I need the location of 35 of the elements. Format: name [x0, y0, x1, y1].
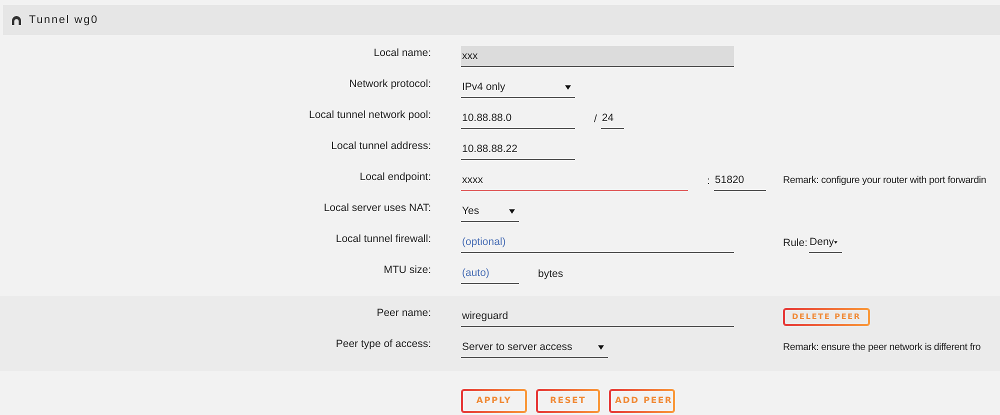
field-label: Network protocol: [348, 78, 432, 90]
remark-text: Remark: ensure the peer network is different fro [783, 342, 981, 353]
input-field[interactable]: (optional) [461, 232, 734, 253]
input-field[interactable]: 24 [600, 108, 624, 129]
field-label: Local tunnel network pool: [308, 108, 432, 120]
field-label: Peer type of access: [334, 338, 432, 350]
caret-icon [509, 208, 515, 214]
section-title: Tunnel wg0 [29, 14, 98, 26]
input-field[interactable]: wireguard [461, 306, 734, 327]
input-field[interactable]: (auto) [461, 263, 519, 284]
rule-label: Rule: [783, 236, 808, 248]
field-suffix: bytes [537, 268, 564, 280]
dropdown[interactable]: IPv4 only [461, 77, 575, 98]
caret-icon [834, 240, 838, 244]
field-label: Peer name: [376, 306, 432, 318]
input-field[interactable]: xxxx [461, 170, 688, 191]
field-label: Local server uses NAT: [322, 202, 432, 214]
field-label: Local endpoint: [358, 170, 432, 182]
caret-icon [598, 344, 604, 350]
dropdown[interactable]: Yes [461, 201, 519, 222]
field-suffix: / [593, 112, 598, 124]
caret-icon [565, 84, 571, 90]
field-label: MTU size: [382, 264, 432, 276]
input-field[interactable]: 10.88.88.0 [461, 108, 575, 129]
dropdown[interactable]: Server to server access [461, 337, 608, 358]
dropdown[interactable]: Deny [808, 232, 842, 253]
input-field[interactable]: 10.88.88.22 [461, 139, 575, 160]
input-field[interactable]: xxx [461, 46, 734, 67]
input-field[interactable]: 51820 [714, 170, 766, 191]
tunnel-icon [12, 16, 21, 24]
field-label: Local tunnel address: [330, 140, 432, 152]
field-label: Local tunnel firewall: [334, 232, 432, 244]
field-suffix: : [706, 174, 711, 186]
remark-text: Remark: configure your router with port forwardin [783, 175, 986, 186]
field-label: Local name: [372, 46, 432, 58]
